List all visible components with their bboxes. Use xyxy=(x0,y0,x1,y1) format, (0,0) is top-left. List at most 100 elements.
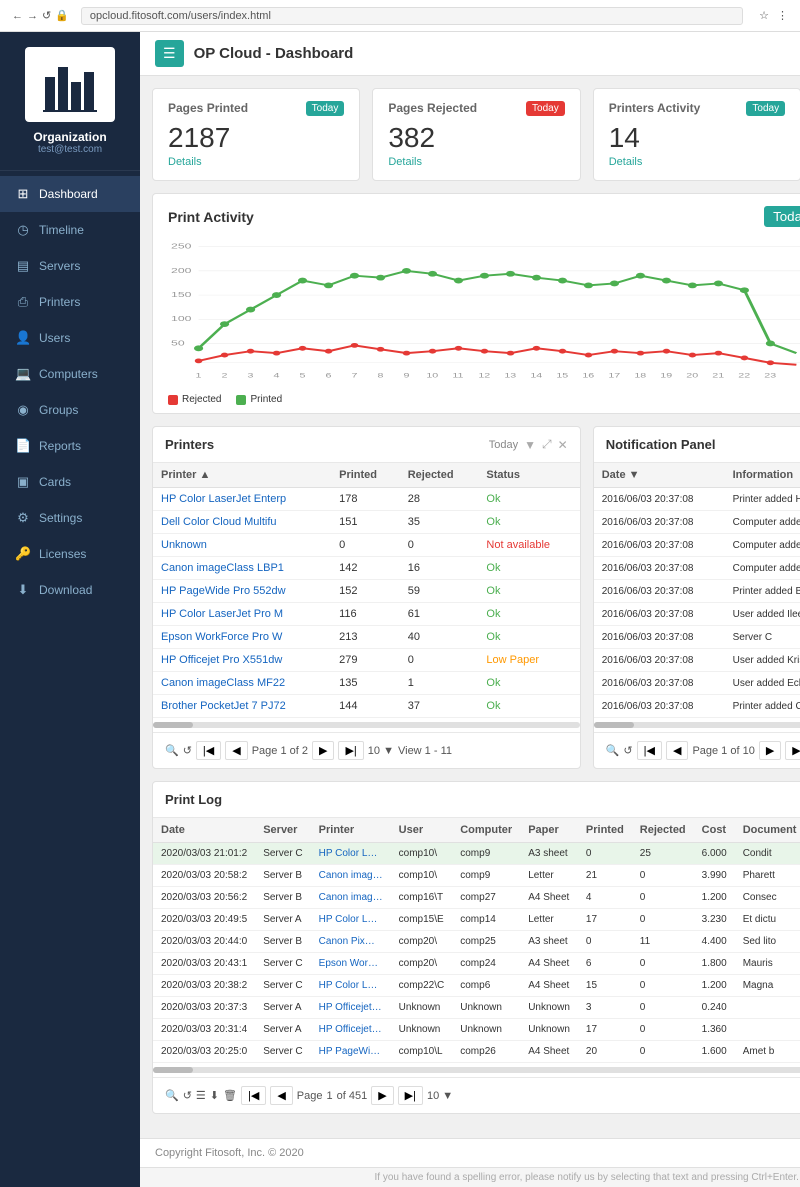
sidebar-item-printers[interactable]: ⎙ Printers xyxy=(0,284,140,320)
notification-prev-page[interactable]: ◀ xyxy=(666,741,688,760)
col-printer-sort[interactable]: ▲ xyxy=(200,469,211,481)
stat-details-rejected[interactable]: Details xyxy=(388,156,564,168)
notification-first-page[interactable]: |◀ xyxy=(637,741,662,760)
log-col-document: Document xyxy=(735,818,800,843)
log-last-page[interactable]: ▶| xyxy=(398,1086,423,1105)
printers-last-page[interactable]: ▶| xyxy=(338,741,363,760)
table-row[interactable]: 2020/03/03 21:01:2 Server C HP Color Las… xyxy=(153,843,800,865)
legend-dot-rejected xyxy=(168,395,178,405)
table-row[interactable]: 2016/06/03 20:37:08User added Krissy6 xyxy=(594,649,800,672)
forward-btn[interactable]: → xyxy=(27,10,38,22)
refresh-icon-printers[interactable]: ↺ xyxy=(183,744,192,757)
nav-label-dashboard: Dashboard xyxy=(39,187,98,201)
licenses-icon: 🔑 xyxy=(15,546,31,562)
printers-expand-icon[interactable]: ⤢ xyxy=(542,437,552,452)
refresh-icon-log[interactable]: ↺ xyxy=(183,1089,192,1102)
table-row[interactable]: 2020/03/03 20:56:2 Server B Canon imageC… xyxy=(153,887,800,909)
nav-label-timeline: Timeline xyxy=(39,223,84,237)
table-row[interactable]: 2016/06/03 20:37:08Printer added Canon P… xyxy=(594,695,800,718)
table-row[interactable]: Dell Color Cloud Multifu15135Ok xyxy=(153,511,580,534)
table-row[interactable]: 2016/06/03 20:37:08Computer added comp24… xyxy=(594,511,800,534)
url-bar[interactable]: opcloud.fitosoft.com/users/index.html xyxy=(81,7,743,25)
table-row[interactable]: 2016/06/03 20:37:08Printer added Brother… xyxy=(594,580,800,603)
delete-icon-log[interactable]: 🗑 xyxy=(223,1089,237,1102)
stat-value-printed: 2187 xyxy=(168,124,344,152)
stat-details-printers[interactable]: Details xyxy=(609,156,785,168)
table-row[interactable]: 2020/03/03 20:49:5 Server A HP Color Las… xyxy=(153,909,800,931)
filter-icon-log[interactable]: ☰ xyxy=(196,1089,206,1102)
refresh-icon-notification[interactable]: ↺ xyxy=(623,744,632,757)
table-row[interactable]: 2016/06/03 20:37:08Computer added comp23… xyxy=(594,557,800,580)
printers-next-page[interactable]: ▶ xyxy=(312,741,334,760)
menu-button[interactable]: ☰ xyxy=(155,40,184,67)
log-next-page[interactable]: ▶ xyxy=(371,1086,393,1105)
table-row[interactable]: Epson WorkForce Pro W21340Ok xyxy=(153,626,580,649)
table-row[interactable]: 2020/03/03 20:43:1 Server C Epson WorkFo… xyxy=(153,953,800,975)
log-first-page[interactable]: |◀ xyxy=(241,1086,266,1105)
sidebar-item-reports[interactable]: 📄 Reports xyxy=(0,428,140,464)
col-date-sort[interactable]: ▼ xyxy=(629,469,640,481)
log-printed: 0 xyxy=(578,843,632,865)
printer-name: HP Color LaserJet Enterp xyxy=(153,488,331,511)
back-btn[interactable]: ← xyxy=(12,10,23,22)
table-row[interactable]: 2020/03/03 20:31:4 Server A HP Officejet… xyxy=(153,1019,800,1041)
notification-scrollbar[interactable] xyxy=(594,722,800,728)
notification-last-page[interactable]: ▶| xyxy=(785,741,800,760)
menu-dots-icon[interactable]: ⋮ xyxy=(777,9,788,22)
notif-info: User added Ileen xyxy=(725,603,800,626)
table-row[interactable]: 2016/06/03 20:37:08Computer added comp28… xyxy=(594,534,800,557)
table-row[interactable]: 2020/03/03 20:38:2 Server C HP Color Las… xyxy=(153,975,800,997)
refresh-btn[interactable]: ↺ xyxy=(42,9,51,22)
sidebar-item-download[interactable]: ⬇ Download xyxy=(0,572,140,608)
sidebar-item-timeline[interactable]: ◷ Timeline xyxy=(0,212,140,248)
table-row[interactable]: 2020/03/03 20:44:0 Server B Canon Pixma … xyxy=(153,931,800,953)
search-icon-log[interactable]: 🔍 xyxy=(165,1089,179,1102)
filter-today[interactable]: Today xyxy=(764,206,800,227)
table-row[interactable]: Canon imageClass MF221351Ok xyxy=(153,672,580,695)
table-row[interactable]: 2016/06/03 20:37:08Printer added HP Offi… xyxy=(594,488,800,511)
printers-first-page[interactable]: |◀ xyxy=(196,741,221,760)
sidebar-item-cards[interactable]: ▣ Cards xyxy=(0,464,140,500)
printers-scrollbar[interactable] xyxy=(153,722,580,728)
log-user: Unknown xyxy=(391,1019,453,1041)
table-row[interactable]: Canon imageClass LBP114216Ok xyxy=(153,557,580,580)
printer-printed: 116 xyxy=(331,603,400,626)
notification-next-page[interactable]: ▶ xyxy=(759,741,781,760)
sidebar-item-servers[interactable]: ▤ Servers xyxy=(0,248,140,284)
sidebar-item-dashboard[interactable]: ⊞ Dashboard xyxy=(0,176,140,212)
log-prev-page[interactable]: ◀ xyxy=(270,1086,292,1105)
table-row[interactable]: HP PageWide Pro 552dw15259Ok xyxy=(153,580,580,603)
table-row[interactable]: 2016/06/03 20:37:08Server C24 xyxy=(594,626,800,649)
table-row[interactable]: Brother PocketJet 7 PJ7214437Ok xyxy=(153,695,580,718)
table-row[interactable]: HP Color LaserJet Enterp17828Ok xyxy=(153,488,580,511)
table-row[interactable]: 2016/06/03 20:37:08User added Ileen6 xyxy=(594,603,800,626)
table-row[interactable]: HP Officejet Pro X551dw2790Low Paper xyxy=(153,649,580,672)
log-user: comp16\T xyxy=(391,887,453,909)
log-printer: Epson WorkFor xyxy=(311,953,391,975)
search-icon-printers[interactable]: 🔍 xyxy=(165,744,179,757)
sidebar-item-computers[interactable]: 💻 Computers xyxy=(0,356,140,392)
print-log-scrollbar[interactable] xyxy=(153,1067,800,1073)
sidebar-item-groups[interactable]: ◉ Groups xyxy=(0,392,140,428)
log-user: comp22\C xyxy=(391,975,453,997)
sidebar-item-users[interactable]: 👤 Users xyxy=(0,320,140,356)
export-icon-log[interactable]: ⬇ xyxy=(210,1089,219,1102)
printers-close-icon[interactable]: ✕ xyxy=(558,438,568,452)
table-row[interactable]: Unknown00Not available xyxy=(153,534,580,557)
svg-text:21: 21 xyxy=(712,371,724,379)
table-row[interactable]: 2020/03/03 20:37:3 Server A HP Officejet… xyxy=(153,997,800,1019)
bookmark-icon[interactable]: ☆ xyxy=(759,9,769,22)
notif-date: 2016/06/03 20:37:08 xyxy=(594,534,725,557)
printers-prev-page[interactable]: ◀ xyxy=(225,741,247,760)
stat-details-printed[interactable]: Details xyxy=(168,156,344,168)
table-row[interactable]: HP Color LaserJet Pro M11661Ok xyxy=(153,603,580,626)
search-icon-notification[interactable]: 🔍 xyxy=(606,744,620,757)
sidebar-item-licenses[interactable]: 🔑 Licenses xyxy=(0,536,140,572)
table-row[interactable]: 2020/03/03 20:58:2 Server B Canon imageC… xyxy=(153,865,800,887)
table-row[interactable]: 2020/03/03 20:25:0 Server C HP PageWide … xyxy=(153,1041,800,1063)
svg-text:19: 19 xyxy=(660,371,672,379)
printers-panel-header: Printers Today ▼ ⤢ ✕ xyxy=(153,427,580,463)
sidebar-item-settings[interactable]: ⚙ Settings xyxy=(0,500,140,536)
printers-sort-icon[interactable]: ▼ xyxy=(524,438,536,452)
table-row[interactable]: 2016/06/03 20:37:08User added Echo6 xyxy=(594,672,800,695)
